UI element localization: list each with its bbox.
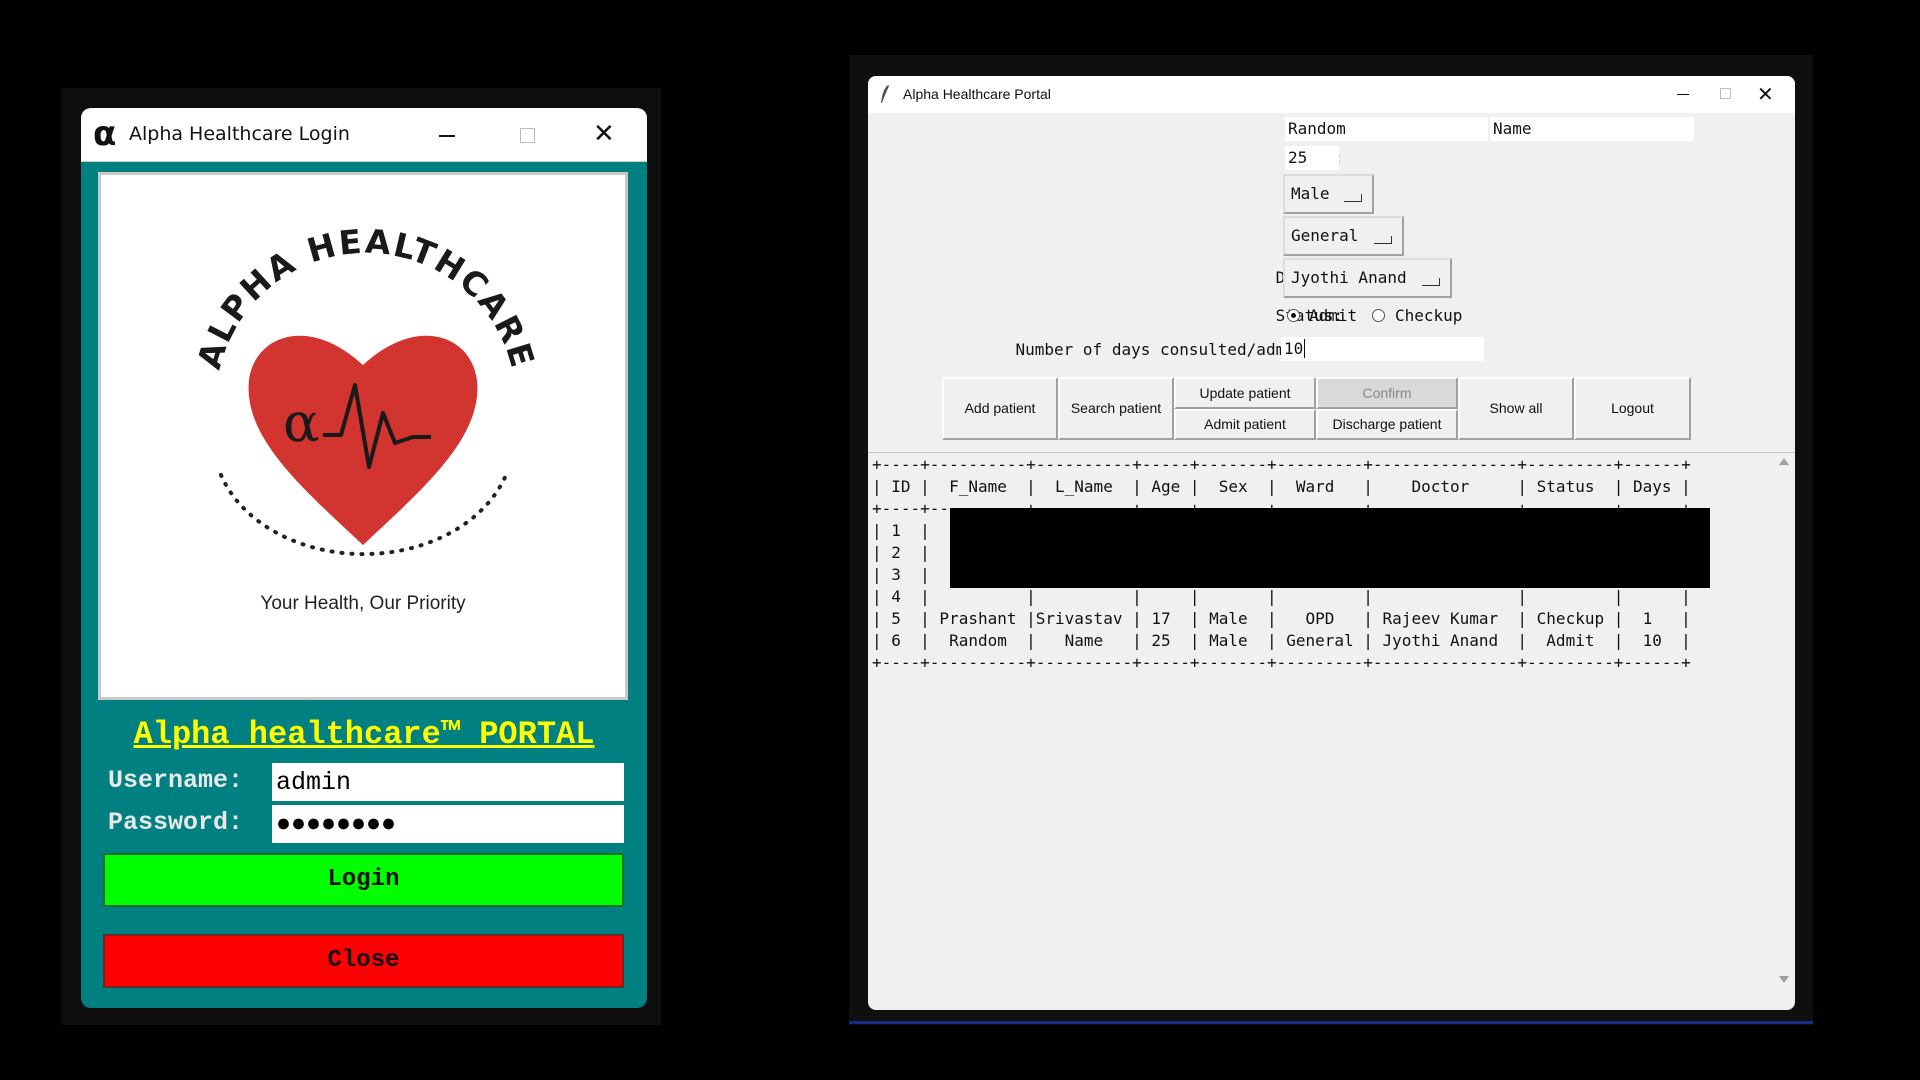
scroll-up-icon[interactable] (1779, 458, 1789, 465)
status-checkup-label: Checkup (1395, 306, 1463, 325)
window-close-button[interactable]: ✕ (567, 108, 647, 162)
maximize-icon (520, 128, 535, 143)
close-button[interactable]: Close (103, 934, 624, 988)
alpha-logo-icon: α (93, 114, 117, 154)
show-all-button[interactable]: Show all (1458, 377, 1574, 440)
logout-button[interactable]: Logout (1574, 377, 1691, 440)
minimize-icon (1677, 94, 1689, 95)
table-header-row: | ID | F_Name | L_Name | Age | Sex | War… (872, 477, 1691, 496)
last-name-input[interactable]: Name (1490, 117, 1694, 141)
close-icon: ✕ (1757, 82, 1774, 106)
alpha-healthcare-logo: ALPHA HEALTHCARE α Your Health, Our Prio… (189, 221, 542, 614)
discharge-patient-button[interactable]: Discharge patient (1316, 409, 1458, 440)
portal-window-title: Alpha Healthcare Portal (903, 86, 1051, 102)
login-button[interactable]: Login (103, 853, 624, 907)
search-patient-button[interactable]: Search patient (1058, 377, 1174, 440)
ward-dropdown[interactable]: General (1283, 216, 1404, 256)
text-cursor (1304, 339, 1306, 358)
login-window: α Alpha Healthcare Login ✕ ALPHA HEALTHC… (81, 108, 647, 1008)
option-indicator-icon (1374, 236, 1392, 244)
first-name-input[interactable]: Random (1285, 117, 1488, 141)
username-label: Username: (108, 766, 244, 795)
table-border: +----+----------+----------+-----+------… (872, 653, 1691, 672)
days-input[interactable]: 10 (1281, 337, 1484, 361)
age-input[interactable]: 25 (1285, 146, 1339, 170)
minimize-button[interactable] (405, 108, 485, 162)
portal-close-button[interactable]: ✕ (1739, 76, 1795, 113)
doctor-dropdown[interactable]: Jyothi Anand (1283, 258, 1452, 298)
portal-accent-line (849, 1021, 1813, 1024)
login-window-title: Alpha Healthcare Login (129, 123, 350, 145)
status-admit-label: Admit (1309, 306, 1358, 325)
doctor-value: Jyothi Anand (1291, 268, 1407, 287)
status-label: Status: (1275, 306, 1343, 325)
maximize-button (486, 108, 566, 162)
username-input[interactable] (272, 763, 624, 801)
divider (868, 452, 1795, 453)
logo-arc-text: ALPHA HEALTHCARE (189, 221, 542, 373)
option-indicator-icon (1422, 278, 1440, 286)
confirm-button: Confirm (1316, 377, 1458, 409)
login-title-bar[interactable]: α Alpha Healthcare Login ✕ (81, 108, 647, 162)
portal-window: Alpha Healthcare Portal ✕ Name: Random N… (868, 76, 1795, 1010)
password-label: Password: (108, 808, 244, 837)
admit-patient-button[interactable]: Admit patient (1174, 409, 1316, 440)
sex-dropdown[interactable]: Male (1283, 174, 1374, 214)
feather-icon (881, 85, 889, 103)
table-row: | 4 | | | | | | | | | (872, 587, 1691, 606)
patient-table[interactable]: +----+----------+----------+-----+------… (868, 454, 1774, 994)
add-patient-button[interactable]: Add patient (942, 377, 1058, 440)
password-input[interactable] (272, 805, 624, 843)
option-indicator-icon (1344, 194, 1362, 202)
status-checkup-radio[interactable] (1372, 309, 1385, 322)
table-border: +----+----------+----------+-----+------… (872, 455, 1691, 474)
table-row: | 6 | Random | Name | 25 | Male | Genera… (872, 631, 1691, 650)
redaction-block (950, 508, 1710, 588)
logo-tagline: Your Health, Our Priority (260, 593, 466, 614)
table-row: | 5 | Prashant |Srivastav | 17 | Male | … (872, 609, 1691, 628)
minimize-icon (439, 135, 455, 137)
sex-value: Male (1291, 184, 1330, 203)
maximize-icon (1720, 88, 1731, 99)
logo-alpha-symbol: α (283, 391, 319, 454)
portal-title-bar[interactable]: Alpha Healthcare Portal ✕ (868, 76, 1795, 113)
vertical-scrollbar[interactable] (1774, 454, 1795, 994)
days-value: 10 (1284, 339, 1304, 358)
update-patient-button[interactable]: Update patient (1174, 377, 1316, 409)
logo-panel: ALPHA HEALTHCARE α Your Health, Our Prio… (98, 172, 628, 700)
status-admit-radio[interactable] (1287, 309, 1300, 322)
ward-value: General (1291, 226, 1359, 245)
portal-heading: Alpha healthcare™ PORTAL (133, 716, 595, 753)
close-icon: ✕ (593, 119, 615, 149)
scroll-down-icon[interactable] (1779, 976, 1789, 983)
